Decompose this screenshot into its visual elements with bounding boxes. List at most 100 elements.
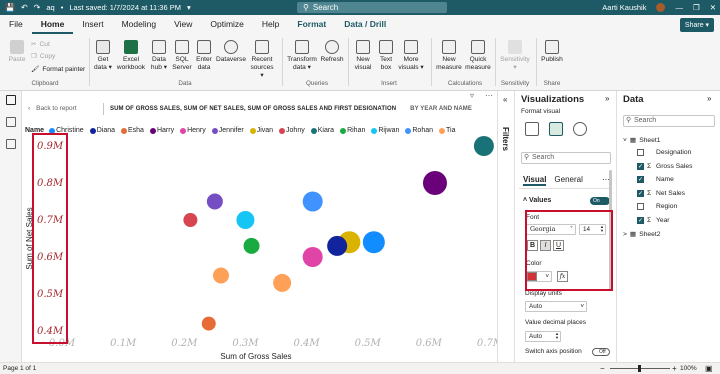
data-point[interactable] (302, 191, 323, 212)
new-measure-button[interactable]: New measure (434, 40, 464, 72)
field-item[interactable]: ✓ Σ Net Sales (637, 189, 685, 197)
tab-general[interactable]: General (554, 175, 582, 186)
menu-data-drill[interactable]: Data / Drill (335, 15, 395, 34)
data-point[interactable] (473, 136, 494, 156)
data-point[interactable] (422, 171, 447, 195)
cut-button[interactable]: ✂ Cut (31, 40, 50, 49)
viz-search-input[interactable]: ⚲ Search (521, 152, 611, 164)
collapse-icon[interactable]: » (605, 94, 609, 103)
copy-button[interactable]: ❐ Copy (31, 52, 55, 61)
excel-workbook-button[interactable]: Excel workbook (116, 40, 146, 72)
text-box-button[interactable]: Text box (376, 40, 396, 72)
menu-help[interactable]: Help (253, 15, 288, 34)
refresh-label: Refresh (320, 56, 344, 63)
field-item[interactable]: ✓ Σ Gross Sales (637, 162, 692, 170)
enter-data-button[interactable]: Enter data (194, 40, 214, 72)
tab-visual[interactable]: Visual (523, 175, 547, 186)
refresh-button[interactable]: Refresh (320, 40, 344, 64)
title-search-input[interactable]: ⚲ Search (297, 2, 447, 13)
field-checkbox[interactable]: ✓ (637, 176, 644, 183)
switch-axis-toggle[interactable]: Off (592, 348, 610, 356)
menu-optimize[interactable]: Optimize (201, 15, 253, 34)
values-section-header[interactable]: ˄ Values (523, 197, 551, 204)
menu-format[interactable]: Format (288, 15, 335, 34)
analytics-icon[interactable] (573, 122, 587, 136)
data-point[interactable] (236, 211, 255, 229)
field-item[interactable]: Region (637, 203, 677, 210)
more-visuals-button[interactable]: More visuals ▾ (398, 40, 424, 72)
share-button[interactable]: Share ▾ (680, 18, 714, 32)
table-sheet1[interactable]: ˅ ▦ Sheet1 (623, 136, 660, 145)
publish-button[interactable]: Publish (540, 40, 564, 64)
table-sheet2[interactable]: ˃ ▦ Sheet2 (623, 230, 660, 239)
recent-sources-button[interactable]: Recent sources ▾ (248, 40, 276, 80)
minimize-icon[interactable]: — (675, 3, 683, 12)
restore-icon[interactable]: ❐ (693, 3, 700, 12)
field-item[interactable]: ✓ Σ Year (637, 216, 670, 224)
avatar[interactable] (656, 3, 666, 12)
menu-home[interactable]: Home (31, 15, 74, 34)
data-hub-button[interactable]: Data hub ▾ (148, 40, 170, 72)
menu-insert[interactable]: Insert (73, 15, 112, 34)
decimal-places-input[interactable]: Auto ▲ ▼ (525, 331, 561, 342)
dataverse-label: Dataverse (215, 56, 247, 63)
redo-icon[interactable]: ↷ (34, 3, 41, 12)
last-saved-text[interactable]: Last saved: 1/7/2024 at 11:36 PM (69, 3, 181, 12)
dataverse-button[interactable]: Dataverse (215, 40, 247, 64)
zoom-slider-handle[interactable] (638, 365, 641, 372)
close-icon[interactable]: ✕ (710, 3, 716, 12)
report-view-icon[interactable] (6, 95, 16, 105)
data-hub-icon (152, 40, 166, 54)
format-visual-icon[interactable] (549, 122, 563, 136)
data-point[interactable] (201, 316, 216, 331)
recent-icon (255, 40, 269, 54)
paste-button[interactable]: Paste (6, 40, 28, 64)
chevron-left-icon[interactable]: « (503, 95, 507, 104)
user-name[interactable]: Aarti Kaushik (602, 3, 646, 12)
quick-measure-button[interactable]: Quick measure (464, 40, 492, 72)
field-checkbox[interactable] (637, 203, 644, 210)
build-visual-icon[interactable] (525, 122, 539, 136)
data-point[interactable] (183, 213, 198, 227)
data-search-input[interactable]: ⚲ Search (623, 115, 715, 127)
model-view-icon[interactable] (6, 139, 16, 149)
data-point[interactable] (362, 231, 385, 254)
display-units-dropdown[interactable]: Auto ˅ (525, 301, 587, 312)
field-checkbox[interactable]: ✓ (637, 216, 644, 224)
get-data-button[interactable]: Get data ▾ (92, 40, 114, 72)
data-point[interactable] (273, 273, 292, 292)
fit-page-icon[interactable]: ▣ (705, 364, 713, 373)
chevron-down-icon[interactable]: ▾ (187, 3, 191, 12)
sensitivity-button[interactable]: Sensitivity ▾ (498, 40, 532, 72)
field-checkbox[interactable]: ✓ (637, 189, 644, 197)
format-painter-button[interactable]: 🖌 Format painter (31, 65, 85, 74)
zoom-in-icon[interactable]: + (672, 364, 677, 373)
zoom-out-icon[interactable]: − (600, 364, 605, 373)
sql-server-button[interactable]: SQL Server (172, 40, 192, 72)
data-point[interactable] (212, 267, 229, 284)
table-view-icon[interactable] (6, 117, 16, 127)
menu-modeling[interactable]: Modeling (113, 15, 166, 34)
data-point[interactable] (302, 247, 323, 267)
field-name: Year (656, 216, 670, 224)
collapse-icon[interactable]: » (707, 94, 711, 103)
field-item[interactable]: ✓ Name (637, 176, 674, 183)
scatter-chart[interactable]: 0.4M0.5M0.6M0.7M0.8M0.9M0.0M 0.1M 0.2M 0.3M… (22, 91, 497, 362)
data-point[interactable] (206, 193, 223, 210)
save-icon[interactable]: 💾 (5, 3, 15, 12)
values-toggle[interactable]: On (590, 197, 610, 205)
data-point[interactable] (243, 237, 260, 254)
new-visual-button[interactable]: New visual (352, 40, 374, 72)
field-checkbox[interactable] (637, 149, 644, 156)
field-checkbox[interactable]: ✓ (637, 162, 644, 170)
x-tick-label: 0.7M (477, 338, 497, 349)
field-item[interactable]: Designation (637, 149, 691, 156)
transform-data-button[interactable]: Transform data ▾ (286, 40, 318, 72)
table-icon (197, 40, 211, 54)
filters-pane-collapsed[interactable]: « Filters (497, 91, 515, 362)
undo-icon[interactable]: ↶ (21, 3, 28, 12)
group-sensitivity: Sensitivity (500, 80, 530, 87)
menu-file[interactable]: File (0, 15, 32, 34)
data-point[interactable] (327, 235, 348, 256)
menu-view[interactable]: View (165, 15, 201, 34)
